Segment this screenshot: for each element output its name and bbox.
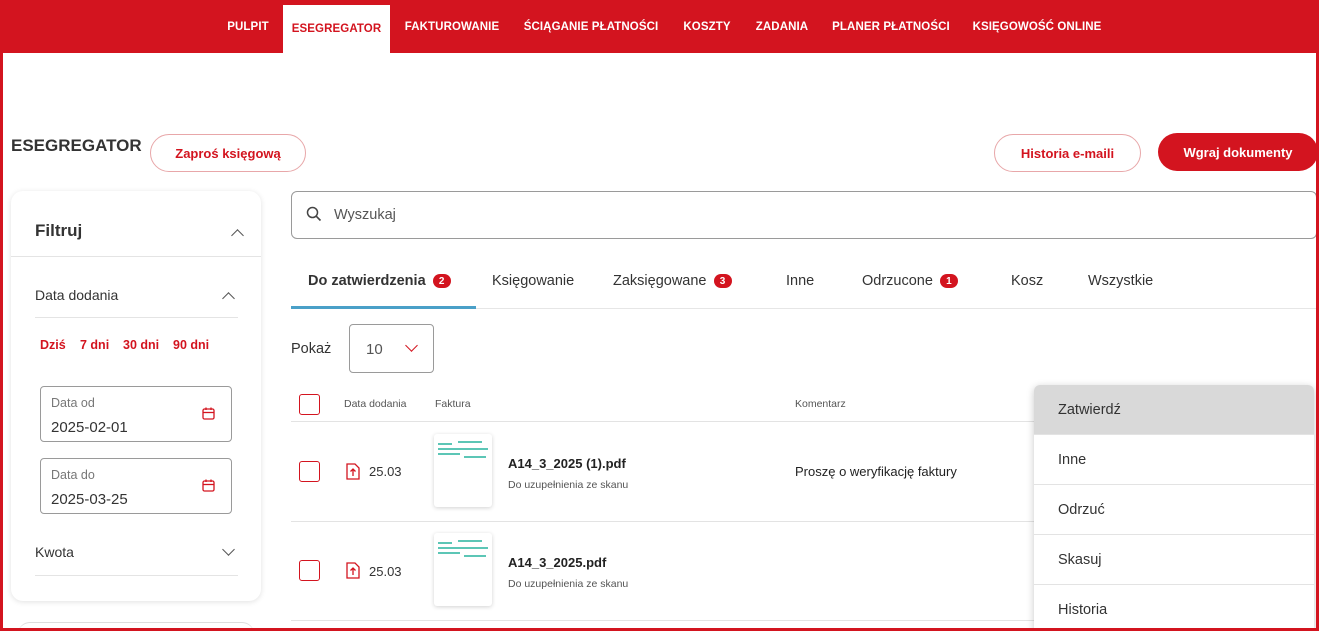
date-to-label: Data do — [51, 468, 95, 482]
row-date: 25.03 — [369, 564, 402, 579]
tab-kosz[interactable]: Kosz — [1011, 273, 1043, 289]
file-status: Do uzupełnienia ze skanu — [508, 578, 629, 590]
tab-label: Wszystkie — [1088, 273, 1154, 289]
document-thumbnail[interactable] — [434, 533, 492, 606]
menu-item-delete[interactable]: Skasuj — [1034, 535, 1314, 585]
menu-item-reject[interactable]: Odrzuć — [1034, 485, 1314, 535]
tab-inne[interactable]: Inne — [786, 273, 814, 289]
invite-accountant-button[interactable]: Zaproś księgową — [150, 134, 306, 172]
filter-title: Filtruj — [35, 221, 83, 240]
amount-section-label: Kwota — [35, 544, 74, 560]
row-checkbox[interactable] — [299, 560, 320, 581]
divider — [35, 317, 238, 318]
column-header-comment: Komentarz — [795, 398, 846, 410]
tab-label: Księgowanie — [492, 273, 575, 289]
pdf-file-icon — [346, 562, 360, 579]
pdf-file-icon — [346, 463, 360, 480]
chevron-down-icon — [405, 339, 418, 352]
email-history-button[interactable]: Historia e-maili — [994, 134, 1141, 172]
nav-item-zadania[interactable]: ZADANIA — [749, 0, 815, 53]
quick-filter-today[interactable]: Dziś — [40, 338, 66, 352]
row-date: 25.03 — [369, 464, 402, 479]
date-added-section-label: Data dodania — [35, 287, 119, 303]
file-name[interactable]: A14_3_2025.pdf — [508, 555, 606, 570]
calendar-icon[interactable] — [202, 407, 215, 420]
tab-ksiegowanie[interactable]: Księgowanie — [492, 273, 574, 289]
nav-item-ksiegowosc-online[interactable]: KSIĘGOWOŚĆ ONLINE — [966, 0, 1108, 53]
file-name[interactable]: A14_3_2025 (1).pdf — [508, 456, 626, 471]
date-to-value: 2025-03-25 — [51, 491, 128, 508]
chevron-up-icon[interactable] — [231, 229, 244, 242]
count-badge: 3 — [713, 274, 732, 288]
upload-documents-button[interactable]: Wgraj dokumenty — [1158, 133, 1318, 171]
row-actions-menu: Zatwierdź Inne Odrzuć Skasuj Historia — [1034, 385, 1314, 631]
chevron-up-icon[interactable] — [222, 292, 235, 305]
page-size-value: 10 — [366, 341, 383, 358]
nav-item-planer-platnosci[interactable]: PLANER PŁATNOŚCI — [828, 0, 954, 53]
nav-item-koszty[interactable]: KOSZTY — [676, 0, 738, 53]
search-placeholder: Wyszukaj — [334, 207, 396, 223]
divider — [11, 256, 261, 257]
tab-label: Kosz — [1011, 273, 1044, 289]
tab-label: Odrzucone — [862, 273, 933, 289]
menu-item-approve[interactable]: Zatwierdź — [1034, 385, 1314, 435]
menu-item-other[interactable]: Inne — [1034, 435, 1314, 485]
row-divider — [291, 620, 1036, 621]
search-input[interactable]: Wyszukaj — [291, 191, 1317, 239]
row-checkbox[interactable] — [299, 461, 320, 482]
nav-item-esegregator[interactable]: ESEGREGATOR — [283, 5, 390, 53]
tab-label: Zaksięgowane — [613, 273, 707, 289]
row-divider — [291, 521, 1036, 522]
tab-label: Do zatwierdzenia — [308, 273, 426, 289]
date-from-field[interactable]: Data od 2025-02-01 — [40, 386, 232, 442]
document-thumbnail[interactable] — [434, 434, 492, 507]
calendar-icon[interactable] — [202, 479, 215, 492]
secondary-panel-edge — [18, 622, 254, 631]
page-title: ESEGREGATOR — [11, 136, 142, 155]
date-from-value: 2025-02-01 — [51, 419, 128, 436]
date-from-label: Data od — [51, 396, 95, 410]
top-navigation: PULPIT ESEGREGATOR FAKTUROWANIE ŚCIĄGANI… — [0, 0, 1319, 53]
tab-do-zatwierdzenia[interactable]: Do zatwierdzenia 2 — [308, 273, 451, 289]
column-header-invoice: Faktura — [435, 398, 471, 410]
menu-item-history[interactable]: Historia — [1034, 585, 1314, 631]
filter-panel: Filtruj Data dodania Dziś 7 dni 30 dni 9… — [11, 191, 261, 601]
count-badge: 1 — [939, 274, 958, 288]
nav-item-pulpit[interactable]: PULPIT — [220, 0, 276, 53]
page-size-select[interactable]: 10 — [349, 324, 434, 373]
quick-filter-90-days[interactable]: 90 dni — [173, 338, 209, 352]
tab-zaksiegowane[interactable]: Zaksięgowane 3 — [613, 273, 732, 289]
quick-filter-30-days[interactable]: 30 dni — [123, 338, 159, 352]
select-all-checkbox[interactable] — [299, 394, 320, 415]
column-header-date: Data dodania — [344, 398, 407, 410]
nav-item-fakturowanie[interactable]: FAKTUROWANIE — [398, 0, 506, 53]
divider — [35, 575, 238, 576]
tab-label: Inne — [786, 273, 815, 289]
count-badge: 2 — [432, 274, 451, 288]
file-status: Do uzupełnienia ze skanu — [508, 479, 629, 491]
chevron-down-icon[interactable] — [222, 543, 235, 556]
quick-filter-7-days[interactable]: 7 dni — [80, 338, 109, 352]
tab-odrzucone[interactable]: Odrzucone 1 — [862, 273, 958, 289]
active-tab-indicator — [291, 306, 476, 309]
table-header-divider — [291, 421, 1036, 422]
page-size-label: Pokaż — [291, 341, 332, 357]
search-icon — [306, 206, 322, 222]
nav-item-sciaganie-platnosci[interactable]: ŚCIĄGANIE PŁATNOŚCI — [518, 0, 664, 53]
date-to-field[interactable]: Data do 2025-03-25 — [40, 458, 232, 514]
tab-wszystkie[interactable]: Wszystkie — [1088, 273, 1153, 289]
row-comment: Proszę o weryfikację faktury — [795, 464, 957, 479]
